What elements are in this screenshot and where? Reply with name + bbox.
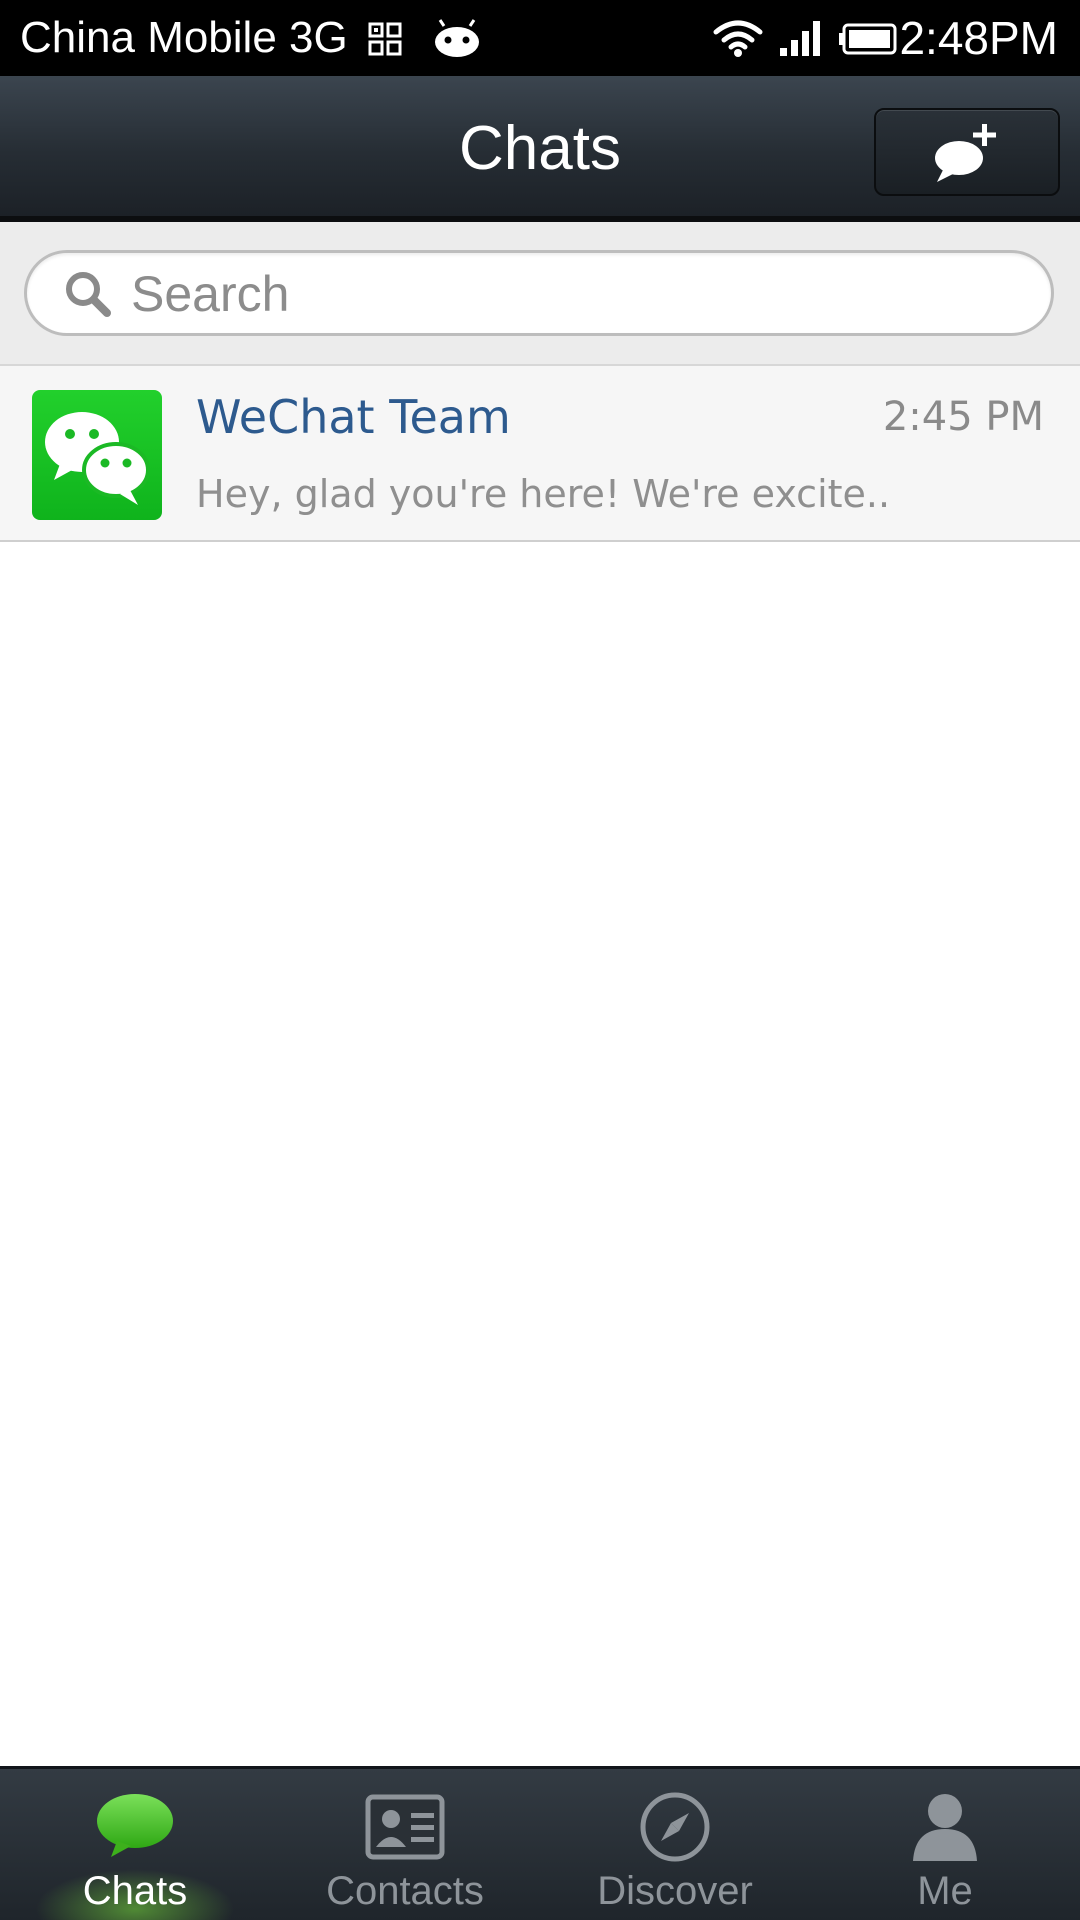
- battery-icon: [839, 23, 897, 55]
- search-input[interactable]: [131, 261, 1011, 327]
- tab-label-discover: Discover: [597, 1869, 753, 1913]
- chat-timestamp: 2:45 PM: [882, 394, 1044, 440]
- start-chat-button[interactable]: [874, 108, 1060, 196]
- status-bar: China Mobile 3G 2:48PM: [0, 0, 1080, 76]
- tab-chats[interactable]: Chats: [0, 1769, 270, 1920]
- tab-label-contacts: Contacts: [326, 1869, 484, 1913]
- tab-discover[interactable]: Discover: [540, 1769, 810, 1920]
- bottom-tab-bar: Chats Contacts Discover Me: [0, 1766, 1080, 1920]
- search-icon: [66, 272, 111, 317]
- compass-icon: [640, 1792, 710, 1862]
- tab-label-me: Me: [917, 1869, 973, 1913]
- cellular-signal-icon: [780, 21, 820, 56]
- qr-code-icon: [368, 22, 402, 56]
- tab-contacts[interactable]: Contacts: [270, 1769, 540, 1920]
- carrier-label: China Mobile 3G: [20, 13, 348, 62]
- wechat-logo-icon: [45, 412, 150, 505]
- tab-label-chats: Chats: [82, 1869, 188, 1913]
- search-bar: [0, 222, 1080, 366]
- chat-name: WeChat Team: [196, 390, 511, 444]
- android-icon: [435, 19, 479, 57]
- add-chat-bubble-icon: [935, 124, 996, 182]
- search-box[interactable]: [24, 250, 1054, 336]
- status-clock: 2:48PM: [899, 12, 1058, 64]
- chat-message-preview: Hey, glad you're here! We're excite..: [196, 472, 891, 516]
- chats-screen: China Mobile 3G 2:48PM Chats Search WeCh…: [0, 0, 1080, 1920]
- contact-card-icon: [365, 1794, 445, 1860]
- app-header: Chats: [0, 76, 1080, 222]
- chat-avatar: [32, 390, 162, 520]
- tab-me[interactable]: Me: [810, 1769, 1080, 1920]
- wifi-icon: [713, 20, 763, 57]
- chat-bubble-icon: [97, 1794, 173, 1857]
- person-icon: [913, 1794, 977, 1861]
- chat-list-item-wechat-team[interactable]: WeChat Team 2:45 PM Hey, glad you're her…: [0, 366, 1080, 542]
